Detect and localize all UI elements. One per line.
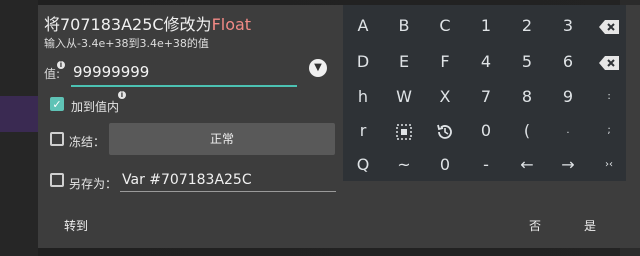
- hex-keyboard: A B C 1 2 3 D E F 4 5 6 h W X 7 8 9: r 0(.; Q ~0- ← → ›‹: [343, 5, 626, 181]
- key-0-3[interactable]: 1: [466, 9, 506, 43]
- history-icon: [437, 124, 452, 139]
- key-1-2[interactable]: F: [425, 45, 465, 79]
- key-2-6[interactable]: :: [589, 80, 629, 114]
- key-4-6[interactable]: ›‹: [589, 148, 629, 182]
- key-0-0[interactable]: A: [343, 9, 383, 43]
- key-2-0[interactable]: h: [343, 80, 383, 114]
- dialog-subtitle: 输入从-3.4e+38到3.4e+38的值: [44, 37, 209, 50]
- key-1-5[interactable]: 6: [548, 45, 588, 79]
- dialog-title-type: Float: [211, 15, 252, 34]
- key-1-1[interactable]: E: [384, 45, 424, 79]
- background-highlight-row: [0, 96, 38, 132]
- key-4-1[interactable]: ~: [384, 148, 424, 182]
- key-3-4[interactable]: (: [507, 114, 547, 148]
- key-1-3[interactable]: 4: [466, 45, 506, 79]
- no-button[interactable]: 否: [529, 217, 541, 234]
- key-4-5[interactable]: →: [548, 148, 588, 182]
- in-value-info-icon[interactable]: i: [118, 91, 126, 99]
- save-as-checkbox[interactable]: [50, 173, 64, 187]
- key-select-icon[interactable]: [384, 114, 424, 148]
- freeze-mode-button[interactable]: 正常: [109, 123, 335, 155]
- key-0-2[interactable]: C: [425, 9, 465, 43]
- select-icon: [396, 123, 412, 140]
- yes-button[interactable]: 是: [584, 217, 596, 234]
- key-3-3[interactable]: 0: [466, 114, 506, 148]
- key-clear-icon[interactable]: [589, 45, 629, 79]
- value-info-icon[interactable]: i: [57, 61, 65, 69]
- clear-icon: [599, 55, 619, 70]
- key-history-icon[interactable]: [425, 114, 465, 148]
- backspace-icon: [599, 19, 619, 34]
- key-1-4[interactable]: 5: [507, 45, 547, 79]
- dialog-title: 将707183A25C修改为Float: [44, 11, 251, 35]
- value-dropdown-icon[interactable]: ▼: [309, 59, 327, 77]
- key-4-2[interactable]: 0: [425, 148, 465, 182]
- key-3-0[interactable]: r: [343, 114, 383, 148]
- key-2-1[interactable]: W: [384, 80, 424, 114]
- key-backspace-icon[interactable]: [589, 9, 629, 43]
- key-0-1[interactable]: B: [384, 9, 424, 43]
- key-4-0[interactable]: Q: [343, 148, 383, 182]
- key-2-3[interactable]: 7: [466, 80, 506, 114]
- key-1-0[interactable]: D: [343, 45, 383, 79]
- key-4-4[interactable]: ←: [507, 148, 547, 182]
- dialog-title-prefix: 将707183A25C修改为: [44, 15, 212, 34]
- in-value-label: 加到值内: [71, 100, 120, 114]
- key-4-3[interactable]: -: [466, 148, 506, 182]
- key-0-5[interactable]: 3: [548, 9, 588, 43]
- key-2-4[interactable]: 8: [507, 80, 547, 114]
- save-as-label: 另存为：: [69, 177, 118, 191]
- freeze-checkbox[interactable]: [50, 132, 64, 146]
- in-value-checkbox[interactable]: ✓: [50, 97, 64, 111]
- key-0-4[interactable]: 2: [507, 9, 547, 43]
- key-3-5[interactable]: .: [548, 114, 588, 148]
- save-as-input[interactable]: Var #707183A25C: [120, 169, 336, 192]
- key-3-6[interactable]: ;: [589, 114, 629, 148]
- key-2-5[interactable]: 9: [548, 80, 588, 114]
- value-input[interactable]: 99999999: [71, 60, 297, 87]
- goto-button[interactable]: 转到: [64, 217, 88, 234]
- key-2-2[interactable]: X: [425, 80, 465, 114]
- freeze-label: 冻结：: [69, 135, 106, 149]
